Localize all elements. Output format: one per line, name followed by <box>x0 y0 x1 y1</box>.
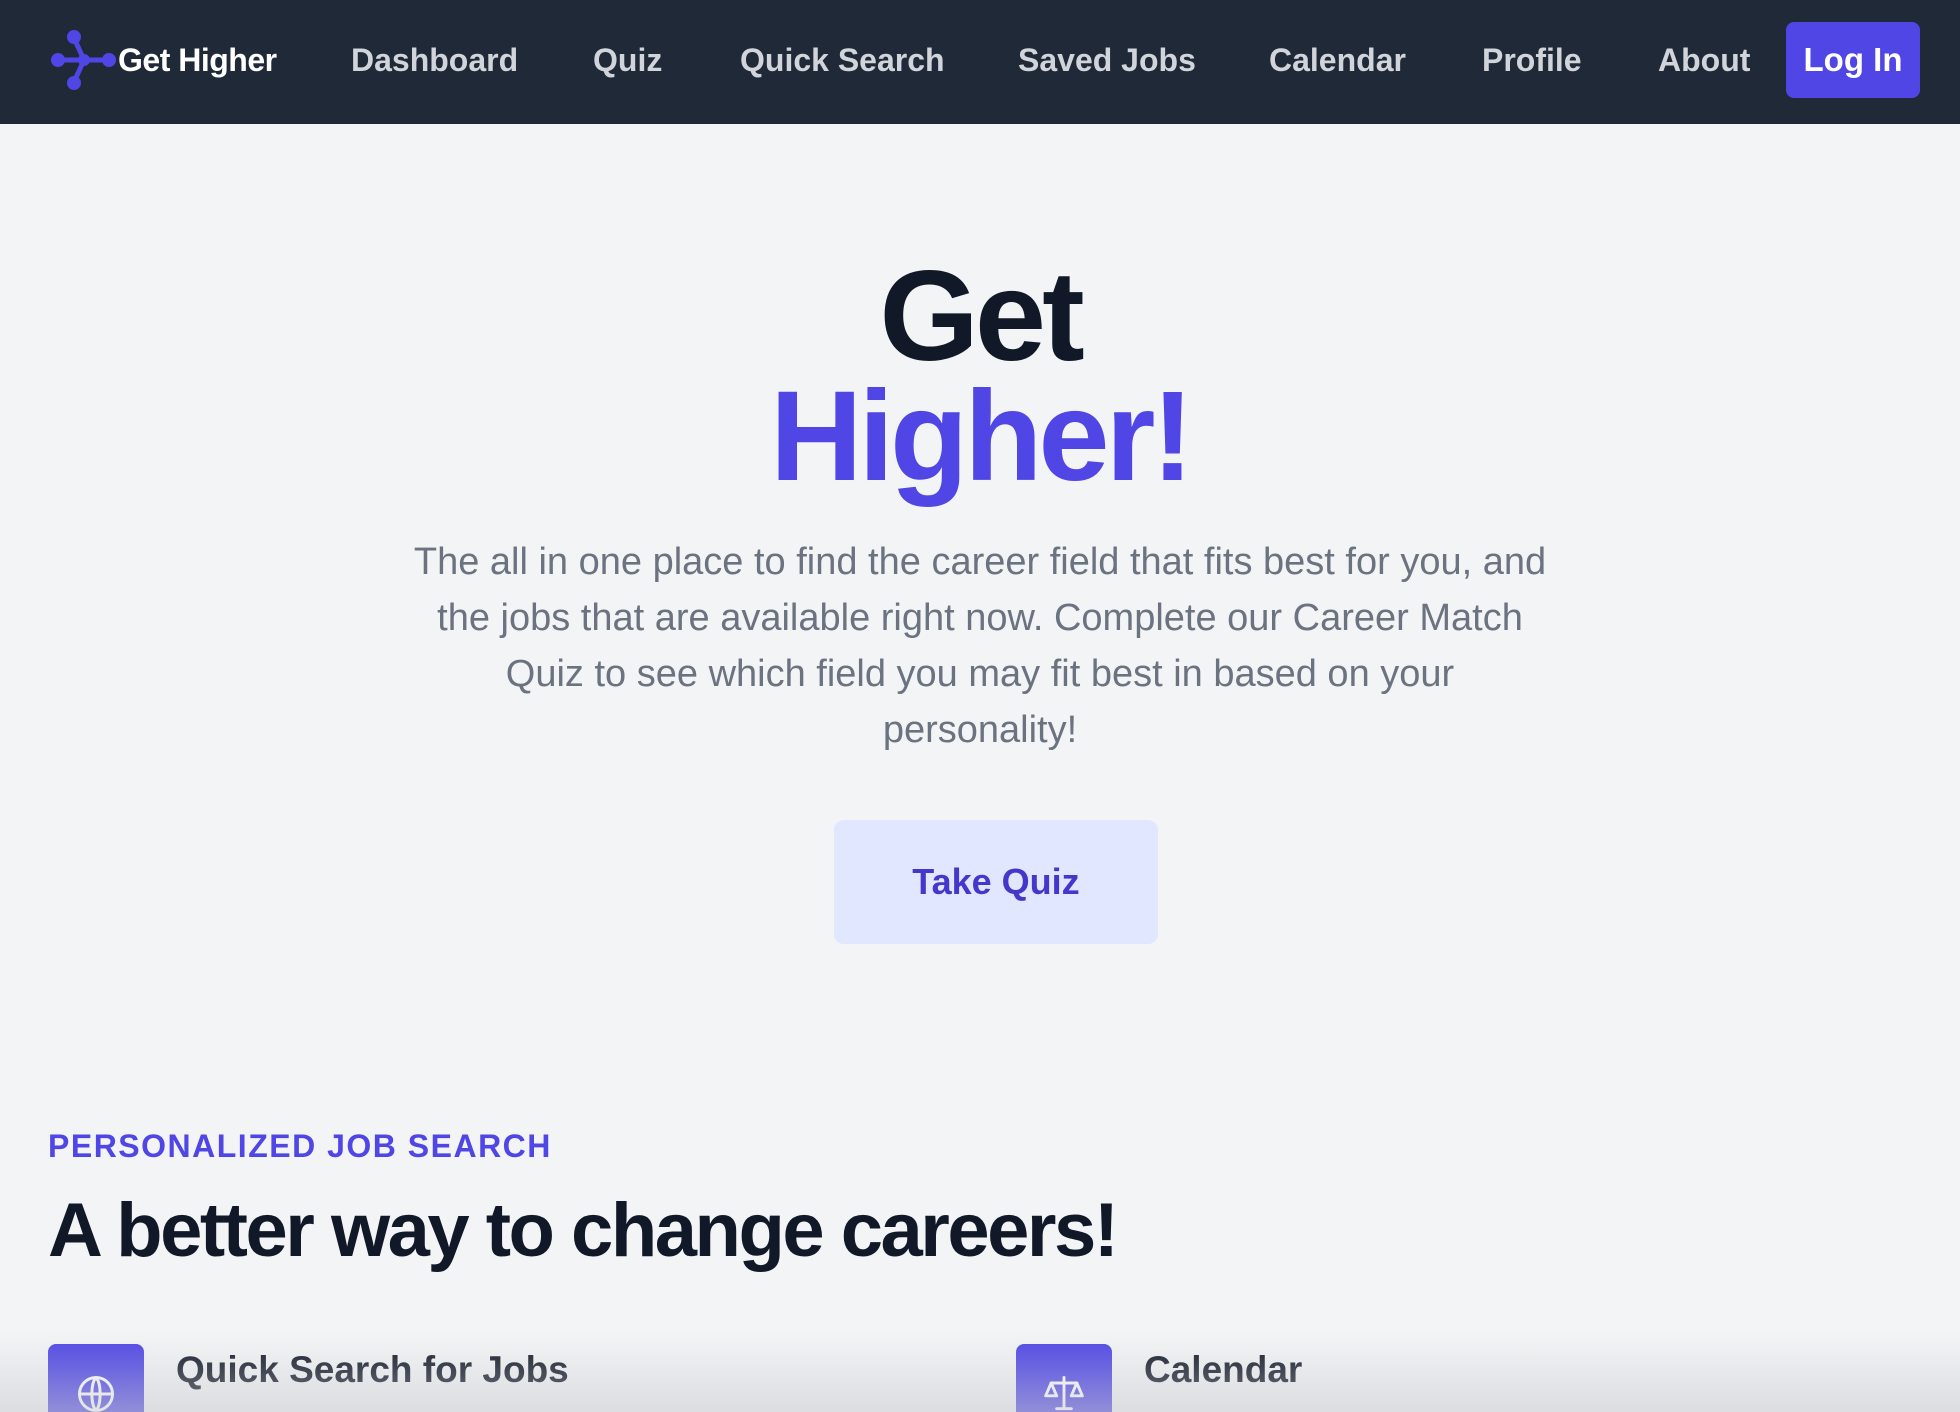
scale-icon <box>1016 1344 1112 1412</box>
nav-link-calendar[interactable]: Calendar <box>1269 40 1406 80</box>
nav-link-quiz[interactable]: Quiz <box>593 40 662 80</box>
nav-link-quick-search[interactable]: Quick Search <box>740 40 945 80</box>
feature-title-calendar: Calendar <box>1144 1349 1303 1390</box>
nav-link-about[interactable]: About <box>1658 40 1750 80</box>
section-eyebrow: PERSONALIZED JOB SEARCH <box>48 1128 552 1164</box>
hero-title-line1: Get <box>879 245 1084 388</box>
take-quiz-button[interactable]: Take Quiz <box>834 820 1158 944</box>
top-navbar: Get Higher Dashboard Quiz Quick Search S… <box>0 0 1960 124</box>
brand-name: Get Higher <box>118 41 277 78</box>
molecule-logo-icon <box>51 30 116 90</box>
globe-icon <box>48 1344 144 1412</box>
brand-link[interactable]: Get Higher <box>48 28 277 92</box>
login-button[interactable]: Log In <box>1786 22 1920 98</box>
nav-link-dashboard[interactable]: Dashboard <box>351 40 518 80</box>
section-title: A better way to change careers! <box>48 1188 1119 1273</box>
hero-description: The all in one place to find the career … <box>413 541 1547 751</box>
nav-link-profile[interactable]: Profile <box>1482 40 1582 80</box>
hero-title-line2: Higher! <box>770 365 1194 508</box>
feature-title-quick-search: Quick Search for Jobs <box>176 1349 569 1390</box>
nav-link-saved-jobs[interactable]: Saved Jobs <box>1018 40 1196 80</box>
